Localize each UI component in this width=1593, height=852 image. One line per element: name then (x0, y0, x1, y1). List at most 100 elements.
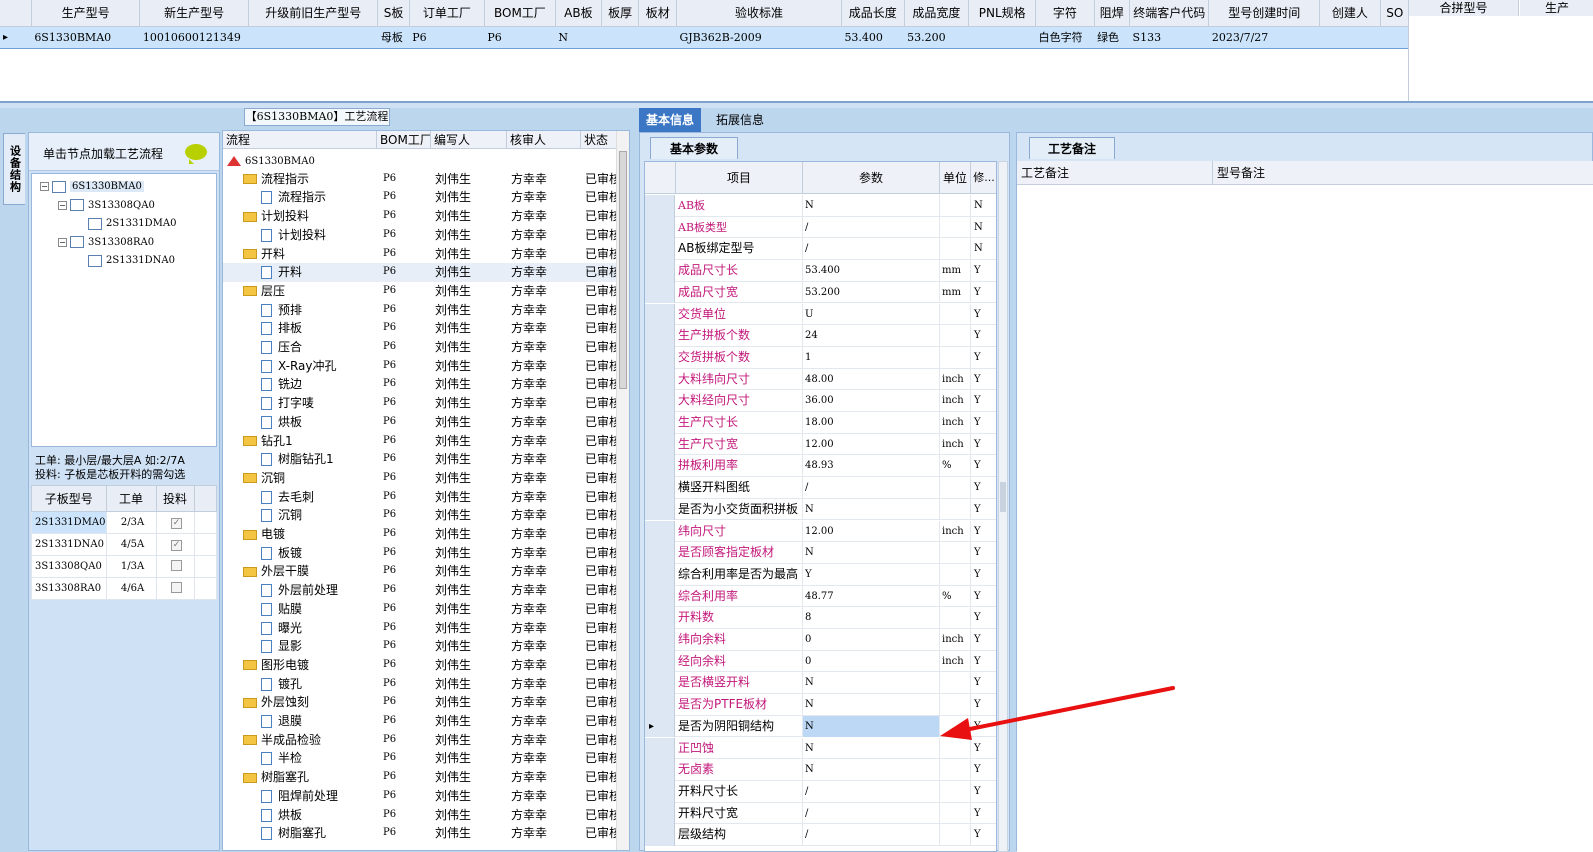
param-value[interactable]: N (803, 715, 940, 738)
feed-checkbox[interactable] (171, 559, 183, 571)
param-value[interactable]: 8 (803, 607, 940, 629)
flow-row[interactable]: 烘板 P6 刘伟生 方幸幸 已审核 (223, 413, 617, 432)
tab-extended-info[interactable]: 拓展信息 (709, 108, 771, 132)
col-header[interactable]: 终端客户代码 (1129, 0, 1210, 27)
flow-row[interactable]: 打字唛 P6 刘伟生 方幸幸 已审核 (223, 394, 617, 413)
model-cell[interactable]: 母板 (377, 25, 410, 49)
flow-row[interactable]: 退膜 P6 刘伟生 方幸幸 已审核 (223, 712, 617, 731)
model-row[interactable]: ▸ 6S1330BMA0 10010600121349 母板 P6 P6 N GJB362B-… (0, 25, 1410, 49)
order-cell[interactable]: 4/6A (105, 577, 157, 600)
param-value[interactable]: N (803, 737, 940, 760)
param-value[interactable]: N (803, 694, 940, 716)
row-selector[interactable] (645, 216, 675, 239)
row-selector[interactable] (645, 650, 675, 673)
row-selector[interactable] (645, 802, 675, 825)
col-header[interactable]: PNL规格 (968, 0, 1037, 27)
flow-row[interactable]: 去毛刺 P6 刘伟生 方幸幸 已审核 (223, 488, 617, 507)
device-structure-tab[interactable]: 设备结构 (3, 133, 25, 205)
col-header[interactable]: 新生产型号 (139, 0, 249, 27)
param-row[interactable]: 正凹蚀 N Y (645, 737, 996, 760)
row-selector[interactable] (645, 412, 675, 434)
model-cell[interactable]: N (555, 25, 602, 49)
sub-model-cell[interactable]: 3S13308QA0 (31, 555, 107, 578)
param-value[interactable]: / (803, 216, 940, 239)
param-value[interactable]: 12.00 (803, 520, 940, 543)
flow-row[interactable]: 外层干膜 P6 刘伟生 方幸幸 已审核 (223, 562, 617, 581)
flow-col-process[interactable]: 流程 (223, 131, 377, 149)
model-cell[interactable]: 53.200 (904, 25, 969, 49)
param-value[interactable]: 53.200 (803, 281, 940, 304)
tree-node[interactable]: 2S1331DNA0 (76, 252, 175, 270)
flow-row[interactable]: 贴膜 P6 刘伟生 方幸幸 已审核 (223, 600, 617, 619)
param-value[interactable]: 48.93 (803, 455, 940, 478)
col-craft-notes[interactable]: 工艺备注 (1017, 161, 1213, 185)
row-selector[interactable] (645, 694, 675, 716)
param-row[interactable]: 大料纬向尺寸 48.00 inch Y (645, 368, 996, 391)
param-row[interactable]: 纬向余料 0 inch Y (645, 629, 996, 651)
model-cell[interactable]: 6S1330BMA0 (31, 25, 140, 49)
col-header[interactable]: 生产型号 (31, 0, 141, 27)
model-cell[interactable]: 10010600121349 (139, 25, 249, 49)
param-value[interactable]: N (803, 542, 940, 564)
flow-row[interactable]: 压合 P6 刘伟生 方幸幸 已审核 (223, 338, 617, 357)
param-value[interactable]: 18.00 (803, 412, 940, 434)
flow-row[interactable]: 排板 P6 刘伟生 方幸幸 已审核 (223, 319, 617, 338)
param-row[interactable]: 综合利用率 48.77% Y (645, 585, 996, 608)
flow-row[interactable]: 外层前处理 P6 刘伟生 方幸幸 已审核 (223, 581, 617, 600)
row-selector[interactable] (645, 281, 675, 304)
param-row[interactable]: 生产尺寸宽 12.00 inch Y (645, 433, 996, 456)
row-selector[interactable] (645, 585, 675, 608)
param-value[interactable]: 53.400 (803, 260, 940, 282)
row-selector[interactable] (645, 607, 675, 629)
param-value[interactable]: 36.00 (803, 390, 940, 412)
tab-craft-notes[interactable]: 工艺备注 (1029, 137, 1115, 159)
param-row[interactable]: ▸ 是否为阴阳铜结构 N Y (645, 715, 996, 738)
row-selector[interactable] (645, 368, 675, 391)
param-value[interactable]: / (803, 802, 940, 825)
param-row[interactable]: 交货单位 U Y (645, 303, 996, 326)
flow-row[interactable]: 计划投料 P6 刘伟生 方幸幸 已审核 (223, 207, 617, 226)
model-cell[interactable]: 白色字符 (1035, 25, 1095, 49)
param-row[interactable]: 开料数 8 Y (645, 607, 996, 629)
flow-row[interactable]: 层压 P6 刘伟生 方幸幸 已审核 (223, 282, 617, 301)
col-header[interactable]: 成品长度 (841, 0, 905, 27)
row-selector[interactable] (645, 390, 675, 412)
flow-row[interactable]: 烘板 P6 刘伟生 方幸幸 已审核 (223, 806, 617, 825)
expand-toggle-icon[interactable]: − (58, 200, 67, 210)
row-selector[interactable] (645, 260, 675, 282)
param-value[interactable]: / (803, 238, 940, 261)
col-header[interactable]: 订单工厂 (409, 0, 485, 27)
tree-node[interactable]: 2S1331DMA0 (76, 215, 177, 233)
param-value[interactable]: N (803, 498, 940, 521)
params-scrollbar[interactable] (998, 161, 1008, 852)
model-cell[interactable]: P6 (484, 25, 556, 49)
flow-row[interactable]: 阻焊前处理 P6 刘伟生 方幸幸 已审核 (223, 787, 617, 806)
flow-row[interactable]: 外层蚀刻 P6 刘伟生 方幸幸 已审核 (223, 693, 617, 712)
row-selector[interactable] (645, 672, 675, 695)
expand-toggle-icon[interactable]: − (40, 182, 49, 191)
flow-row[interactable]: 钻孔1 P6 刘伟生 方幸幸 已审核 (223, 432, 617, 451)
param-value[interactable]: 1 (803, 346, 940, 369)
flow-row[interactable]: 沉铜 P6 刘伟生 方幸幸 已审核 (223, 469, 617, 488)
flow-row[interactable]: 6S1330BMA0 (223, 151, 617, 170)
sub-board-row[interactable]: 3S13308QA0 1/3A (31, 555, 218, 578)
flow-row[interactable]: 显影 P6 刘伟生 方幸幸 已审核 (223, 637, 617, 656)
sub-model-cell[interactable]: 3S13308RA0 (31, 577, 107, 600)
grid-col-modify[interactable]: 修... (971, 162, 996, 194)
tab-basic-params[interactable]: 基本参数 (650, 137, 738, 159)
col-header[interactable]: BOM工厂 (484, 0, 556, 27)
flow-col-bom[interactable]: BOM工厂 (377, 131, 431, 149)
flow-row[interactable]: 流程指示 P6 刘伟生 方幸幸 已审核 (223, 170, 617, 189)
col-header[interactable]: 阻焊 (1094, 0, 1131, 27)
param-row[interactable]: AB板 N N (645, 195, 996, 217)
col-model-notes[interactable]: 型号备注 (1213, 161, 1593, 185)
row-selector[interactable]: ▸ (645, 715, 675, 738)
flow-row[interactable]: X-Ray冲孔 P6 刘伟生 方幸幸 已审核 (223, 357, 617, 376)
model-cell[interactable] (248, 25, 378, 49)
param-row[interactable]: 生产拼板个数 24 Y (645, 325, 996, 347)
col-header[interactable]: SO (1380, 0, 1411, 27)
col-header[interactable]: 字符 (1035, 0, 1095, 27)
flow-row[interactable]: 铣边 P6 刘伟生 方幸幸 已审核 (223, 375, 617, 394)
tab-basic-info[interactable]: 基本信息 (639, 108, 702, 132)
order-cell[interactable]: 4/5A (105, 533, 157, 556)
